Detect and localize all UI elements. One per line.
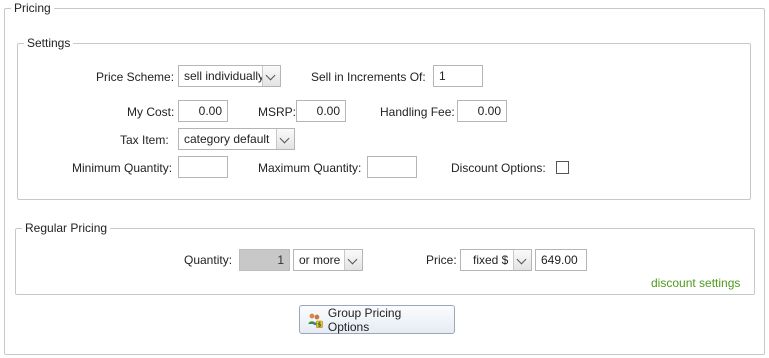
msrp-label: MSRP:: [258, 105, 297, 119]
my-cost-label: My Cost:: [127, 105, 175, 119]
sell-increments-input[interactable]: 1: [433, 65, 483, 87]
tax-item-label: Tax Item:: [120, 133, 169, 147]
regular-pricing-legend: Regular Pricing: [25, 221, 108, 235]
tax-item-value: category default: [184, 132, 270, 146]
handling-fee-label: Handling Fee:: [380, 105, 455, 119]
svg-text:$: $: [317, 321, 321, 328]
handling-fee-input[interactable]: 0.00: [457, 100, 507, 122]
regular-pricing-fieldset: Regular Pricing: [15, 221, 755, 295]
chevron-down-icon: [276, 129, 294, 149]
price-label: Price:: [426, 253, 457, 267]
price-scheme-label: Price Scheme:: [96, 70, 175, 84]
chevron-down-icon: [513, 250, 531, 270]
min-qty-label: Minimum Quantity:: [72, 161, 173, 175]
my-cost-input[interactable]: 0.00: [178, 100, 228, 122]
discount-options-label: Discount Options:: [451, 161, 546, 175]
price-type-value: fixed $: [473, 253, 509, 267]
max-qty-input[interactable]: [367, 156, 417, 178]
min-qty-input[interactable]: [178, 156, 228, 178]
sell-increments-label: Sell in Increments Of:: [311, 70, 426, 84]
discount-settings-link[interactable]: discount settings: [651, 276, 740, 290]
price-type-select[interactable]: fixed $: [460, 249, 532, 271]
max-qty-label: Maximum Quantity:: [258, 161, 362, 175]
chevron-down-icon: [344, 250, 362, 270]
quantity-input: 1: [239, 249, 290, 271]
discount-options-checkbox[interactable]: [556, 161, 569, 174]
group-pricing-icon: $: [308, 313, 323, 328]
price-scheme-value: sell individually: [184, 69, 265, 83]
price-scheme-select[interactable]: sell individually: [178, 65, 281, 87]
quantity-mode-select[interactable]: or more: [293, 249, 363, 271]
settings-legend: Settings: [27, 36, 71, 50]
pricing-legend: Pricing: [14, 1, 51, 15]
msrp-input[interactable]: 0.00: [296, 100, 346, 122]
quantity-label: Quantity:: [184, 253, 233, 267]
group-pricing-options-label: Group Pricing Options: [327, 305, 402, 334]
tax-item-select[interactable]: category default: [178, 128, 295, 150]
group-pricing-options-button[interactable]: $ Group Pricing Options: [299, 305, 455, 334]
quantity-mode-value: or more: [299, 253, 341, 267]
chevron-down-icon: [262, 66, 280, 86]
price-input[interactable]: 649.00: [535, 249, 587, 271]
